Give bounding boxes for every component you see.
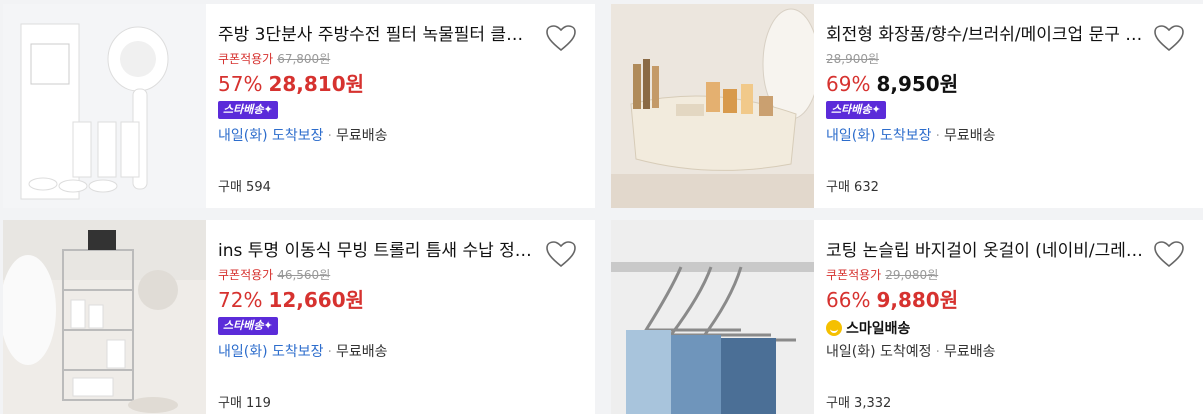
smile-icon (826, 320, 842, 336)
smile-delivery-label: 스마일배송 (846, 321, 911, 337)
price-amount: 28,810원 (268, 72, 365, 96)
star-delivery-badge: 스타배송✦ (218, 317, 278, 335)
product-card[interactable]: ins 투명 이동식 무빙 트롤리 틈새 수납 정리함 쿠폰적용가 46,560원… (3, 220, 595, 414)
product-title[interactable]: 주방 3단분사 주방수전 필터 녹물필터 클렌징 샤워기 (218, 20, 536, 45)
strike-price: 67,800원 (277, 52, 331, 66)
sale-price: 57% 28,810원 (218, 68, 364, 97)
shipping-fee: 무료배송 (944, 128, 996, 144)
hanger-product-image[interactable] (611, 220, 814, 414)
product-card[interactable]: 주방 3단분사 주방수전 필터 녹물필터 클렌징 샤워기 쿠폰적용가67,800… (3, 4, 595, 208)
delivery-info: 내일(화) 도착예정 · 무료배송 (826, 344, 996, 360)
shipping-fee: 무료배송 (336, 344, 388, 360)
product-title[interactable]: ins 투명 이동식 무빙 트롤리 틈새 수납 정리함 (218, 236, 536, 261)
sale-price: 72% 12,660원 (218, 284, 364, 313)
discount-rate: 69% (826, 72, 871, 96)
heart-icon[interactable] (545, 24, 577, 52)
purchase-count: 구매 632 (826, 180, 879, 195)
original-price: 쿠폰적용가 29,080원 (826, 266, 938, 283)
product-title[interactable]: 회전형 화장품/향수/브러쉬/메이크업 문구 정리함 (826, 20, 1144, 45)
delivery-info: 내일(화) 도착보장 · 무료배송 (218, 344, 388, 360)
heart-icon[interactable] (1153, 240, 1185, 268)
discount-rate: 72% (218, 288, 263, 312)
smile-delivery-badge: 스마일배송 (826, 318, 910, 338)
delivery-date: 내일(화) 도착보장 (826, 128, 932, 144)
heart-icon[interactable] (1153, 24, 1185, 52)
original-price: 28,900원 (826, 50, 879, 67)
coupon-label: 쿠폰적용가 (826, 268, 882, 282)
sale-price: 69% 8,950원 (826, 68, 958, 97)
strike-price: 28,900원 (826, 52, 880, 66)
price-amount: 12,660원 (268, 288, 365, 312)
coupon-label: 쿠폰적용가 (218, 52, 274, 66)
heart-icon[interactable] (545, 240, 577, 268)
original-price: 쿠폰적용가 46,560원 (218, 266, 330, 283)
coupon-label: 쿠폰적용가 (218, 268, 274, 282)
delivery-info: 내일(화) 도착보장 · 무료배송 (218, 128, 388, 144)
shipping-fee: 무료배송 (336, 128, 388, 144)
strike-price: 46,560원 (277, 268, 331, 282)
original-price: 쿠폰적용가 67,800원 (218, 50, 330, 67)
price-amount: 9,880원 (876, 288, 959, 312)
shipping-fee: 무료배송 (944, 344, 996, 360)
purchase-count: 구매 119 (218, 396, 271, 411)
star-delivery-badge: 스타배송✦ (218, 101, 278, 119)
discount-rate: 57% (218, 72, 263, 96)
star-delivery-badge: 스타배송✦ (826, 101, 886, 119)
sale-price: 66% 9,880원 (826, 284, 958, 313)
discount-rate: 66% (826, 288, 871, 312)
shower-filter-product-image[interactable] (3, 4, 206, 208)
delivery-date: 내일(화) 도착보장 (218, 128, 324, 144)
delivery-date: 내일(화) 도착보장 (218, 344, 324, 360)
purchase-count: 구매 594 (218, 180, 271, 195)
strike-price: 29,080원 (885, 268, 939, 282)
product-card[interactable]: 회전형 화장품/향수/브러쉬/메이크업 문구 정리함 28,900원 69% 8,… (611, 4, 1203, 208)
price-amount: 8,950원 (876, 72, 959, 96)
product-title[interactable]: 코팅 논슬립 바지걸이 옷걸이 (네이비/그레이) (826, 236, 1144, 261)
purchase-count: 구매 3,332 (826, 396, 892, 411)
trolley-product-image[interactable] (3, 220, 206, 414)
cosmetic-organizer-product-image[interactable] (611, 4, 814, 208)
delivery-date: 내일(화) 도착예정 (826, 344, 932, 360)
product-card[interactable]: 코팅 논슬립 바지걸이 옷걸이 (네이비/그레이) 쿠폰적용가 29,080원 6… (611, 220, 1203, 414)
delivery-info: 내일(화) 도착보장 · 무료배송 (826, 128, 996, 144)
